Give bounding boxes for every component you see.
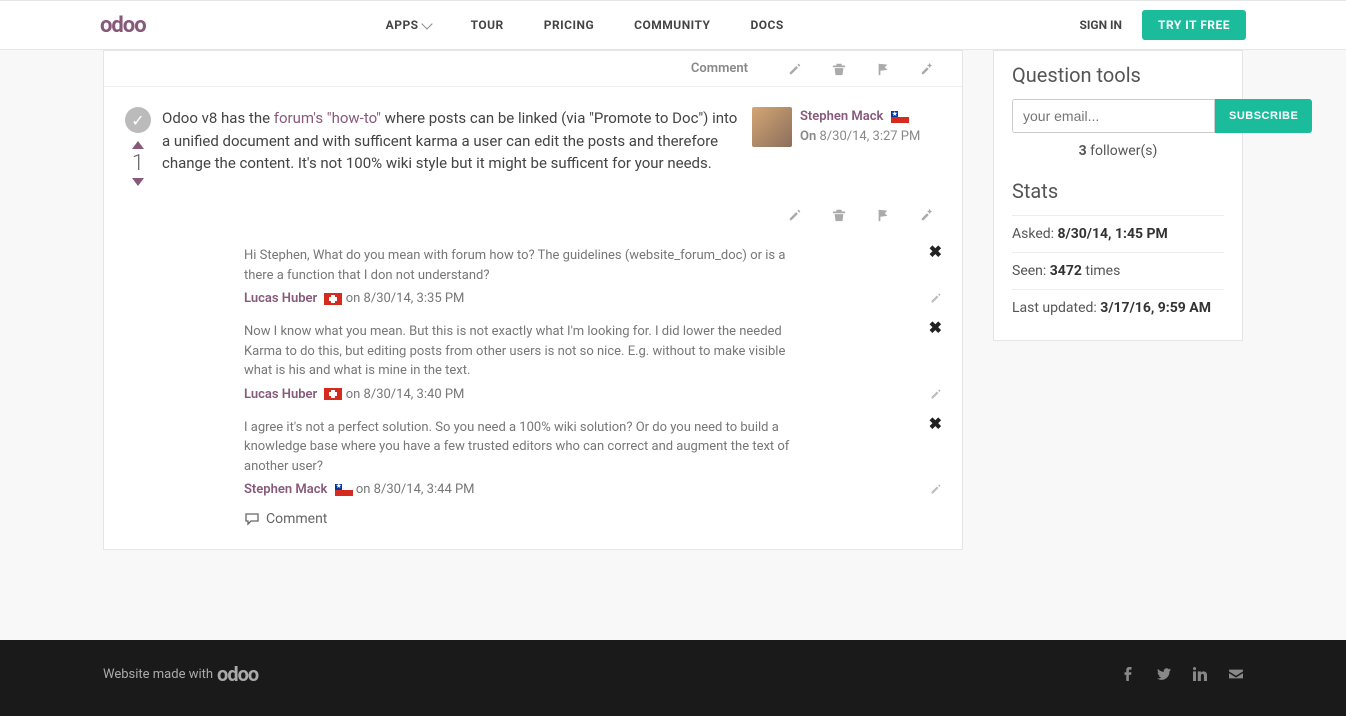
- edit-comment-icon[interactable]: [930, 388, 942, 400]
- delete-comment-icon[interactable]: ✖: [929, 318, 942, 337]
- flag-chile-icon: [335, 484, 353, 496]
- speech-bubble-icon: [244, 511, 260, 527]
- flag-icon[interactable]: [876, 208, 890, 222]
- howto-link[interactable]: forum's "how-to": [274, 109, 381, 127]
- comment-date: on 8/30/14, 3:44 PM: [356, 482, 475, 497]
- comment-author-link[interactable]: Lucas Huber: [244, 387, 317, 402]
- comment-text: I agree it's not a perfect solution. So …: [244, 418, 804, 477]
- flag-icon[interactable]: [876, 62, 890, 76]
- sidebar: Question tools SUBSCRIBE 3 follower(s) S…: [993, 50, 1243, 550]
- author-name-link[interactable]: Stephen Mack: [800, 109, 883, 124]
- on-label: On: [800, 129, 816, 144]
- vote-column: ✓ 1: [114, 107, 162, 188]
- edit-comment-icon[interactable]: [930, 483, 942, 495]
- trash-icon[interactable]: [832, 208, 846, 222]
- magic-icon[interactable]: [920, 62, 934, 76]
- nav-community[interactable]: COMMUNITY: [634, 18, 710, 32]
- flag-swiss-icon: [324, 388, 342, 400]
- avatar[interactable]: [752, 107, 792, 147]
- comments-block: Hi Stephen, What do you mean with forum …: [244, 238, 962, 549]
- stat-seen: Seen: 3472 times: [1012, 252, 1224, 289]
- magic-icon[interactable]: [920, 208, 934, 222]
- author-box: Stephen Mack On 8/30/14, 3:27 PM: [752, 107, 942, 147]
- nav-apps[interactable]: APPS: [386, 18, 431, 32]
- chevron-down-icon: [421, 18, 432, 29]
- trash-icon[interactable]: [832, 62, 846, 76]
- footer-text: Website made with: [103, 667, 213, 682]
- logo[interactable]: odoo: [100, 13, 146, 38]
- try-free-button[interactable]: TRY IT FREE: [1142, 10, 1246, 40]
- facebook-icon[interactable]: [1121, 667, 1135, 681]
- question-tools-title: Question tools: [1012, 63, 1224, 87]
- vote-count: 1: [132, 151, 144, 176]
- flag-chile-icon: [891, 111, 909, 123]
- subscribe-row: SUBSCRIBE: [1012, 99, 1224, 133]
- linkedin-icon[interactable]: [1193, 667, 1207, 681]
- nav-right: SIGN IN TRY IT FREE: [1080, 10, 1247, 40]
- twitter-icon[interactable]: [1157, 667, 1171, 681]
- edit-icon[interactable]: [788, 208, 802, 222]
- post-toolbar: Comment: [104, 51, 962, 87]
- accept-check-icon[interactable]: ✓: [125, 107, 151, 133]
- upvote-icon[interactable]: [132, 141, 144, 149]
- email-input[interactable]: [1012, 99, 1215, 133]
- edit-icon[interactable]: [788, 62, 802, 76]
- stat-asked: Asked: 8/30/14, 1:45 PM: [1012, 215, 1224, 252]
- add-comment-link[interactable]: Comment: [244, 505, 942, 539]
- flag-swiss-icon: [324, 293, 342, 305]
- footer-logo[interactable]: odoo: [217, 662, 258, 686]
- top-navbar: odoo APPS TOUR PRICING COMMUNITY DOCS SI…: [0, 0, 1346, 50]
- nav-apps-label: APPS: [386, 18, 419, 32]
- nav-pricing[interactable]: PRICING: [544, 18, 594, 32]
- main-nav: APPS TOUR PRICING COMMUNITY DOCS: [386, 18, 784, 32]
- comment-item: Now I know what you mean. But this is no…: [244, 314, 942, 410]
- comment-item: Hi Stephen, What do you mean with forum …: [244, 238, 942, 314]
- add-comment-label: Comment: [266, 511, 327, 527]
- answer-toolbar: [104, 198, 962, 238]
- footer: Website made with odoo: [0, 640, 1346, 716]
- signin-link[interactable]: SIGN IN: [1080, 18, 1123, 32]
- comment-text: Now I know what you mean. But this is no…: [244, 322, 804, 381]
- nav-tour[interactable]: TOUR: [471, 18, 504, 32]
- main-content: Comment ✓ 1 Stephen Mack On: [103, 50, 963, 550]
- nav-docs[interactable]: DOCS: [750, 18, 783, 32]
- on-date: 8/30/14, 3:27 PM: [819, 129, 920, 144]
- downvote-icon[interactable]: [132, 178, 144, 186]
- subscribe-button[interactable]: SUBSCRIBE: [1215, 99, 1312, 133]
- stat-updated: Last updated: 3/17/16, 9:59 AM: [1012, 289, 1224, 326]
- comment-date: on 8/30/14, 3:35 PM: [346, 291, 465, 306]
- delete-comment-icon[interactable]: ✖: [929, 242, 942, 261]
- comment-date: on 8/30/14, 3:40 PM: [346, 387, 465, 402]
- answer-post: ✓ 1 Stephen Mack On 8/30/14, 3:27 PM Odo…: [104, 87, 962, 198]
- comment-text: Hi Stephen, What do you mean with forum …: [244, 246, 804, 285]
- edit-comment-icon[interactable]: [930, 292, 942, 304]
- comment-item: I agree it's not a perfect solution. So …: [244, 410, 942, 506]
- comment-author-link[interactable]: Stephen Mack: [244, 482, 327, 497]
- social-links: [1121, 667, 1243, 681]
- comment-author-link[interactable]: Lucas Huber: [244, 291, 317, 306]
- mail-icon[interactable]: [1229, 667, 1243, 681]
- followers-count: 3 follower(s): [1012, 143, 1224, 159]
- comment-link[interactable]: Comment: [691, 61, 748, 76]
- stats-title: Stats: [1012, 179, 1224, 203]
- delete-comment-icon[interactable]: ✖: [929, 414, 942, 433]
